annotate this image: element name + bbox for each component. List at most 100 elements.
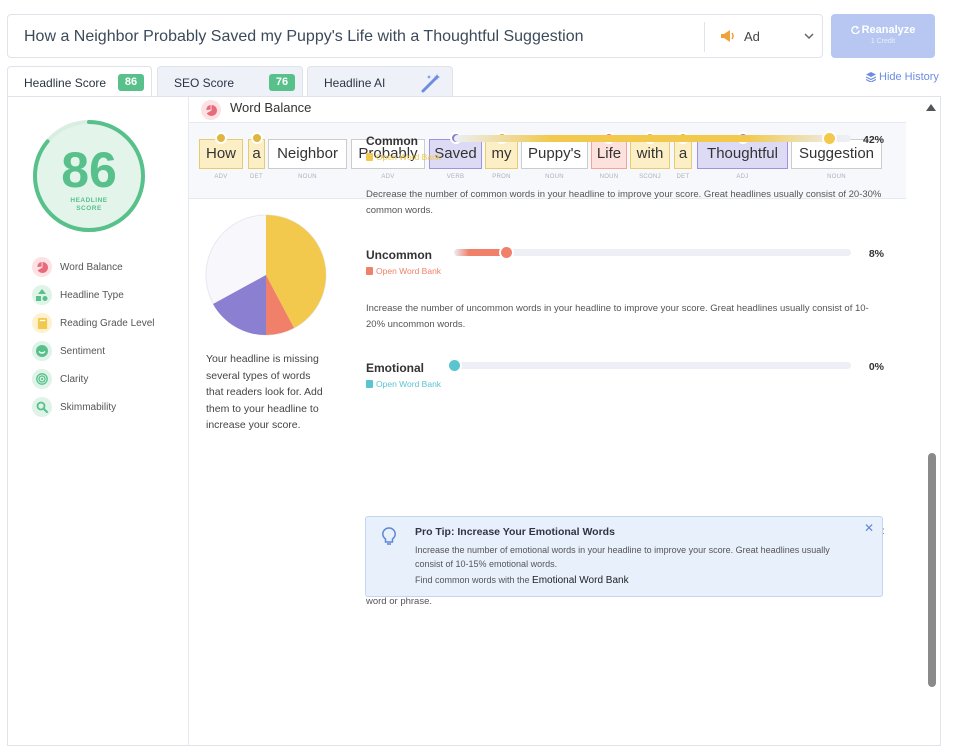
divider [704,22,705,52]
headline-type-select[interactable]: Ad [714,15,822,57]
magic-wand-icon [421,74,440,93]
target-icon [32,369,52,389]
scrollbar[interactable] [921,97,940,737]
sidebar-item-skimmability[interactable]: Skimmability [32,396,116,418]
metric-label: Emotional [366,361,425,375]
word-bank-label: Open Word Bank [376,266,442,276]
pie-icon [32,257,52,277]
word-bank-label: Open Word Bank [376,379,442,389]
metric-knob-icon [822,131,838,146]
headline-type-label: Ad [744,28,760,44]
metric-description: Increase the number of uncommon words in… [366,303,869,330]
word-pos-tag: PRON [492,174,511,180]
open-word-bank-link[interactable]: Open Word Bank [366,379,441,389]
reanalyze-button[interactable]: Reanalyze 1 Credit [831,14,935,58]
word-pos-tag: DET [250,174,263,180]
hide-history-link[interactable]: Hide History [866,71,939,83]
sidebar-item-headline-type[interactable]: Headline Type [32,284,124,306]
metric-knob-icon [499,245,514,260]
metric-knob-icon [447,358,462,373]
metric-track [454,362,851,369]
smile-icon [32,341,52,361]
word-chip[interactable]: Neighbor [268,139,347,169]
sidebar: 86 HEADLINE SCORE Word Balance Headline … [8,97,189,745]
tab-label: SEO Score [174,76,235,90]
pro-tip-title: Pro Tip: Increase Your Emotional Words [415,526,615,538]
section-header: Word Balance [189,97,906,123]
results-panel: 86 HEADLINE SCORE Word Balance Headline … [7,96,941,746]
sidebar-item-label: Headline Type [60,289,124,301]
metric-fill [454,135,844,142]
sidebar-item-sentiment[interactable]: Sentiment [32,340,105,362]
word-chip[interactable]: Puppy's [521,139,588,169]
scroll-thumb[interactable] [928,453,936,687]
scroll-up-arrow-icon[interactable] [926,104,936,111]
pro-tip-box: Pro Tip: Increase Your Emotional Words I… [365,516,883,597]
sidebar-item-label: Reading Grade Level [60,317,155,329]
tab-seo-score[interactable]: SEO Score 76 [157,66,303,97]
sidebar-item-word-balance[interactable]: Word Balance [32,256,123,278]
reanalyze-label: Reanalyze [831,24,935,36]
open-word-bank-link[interactable]: Open Word Bank [366,152,441,162]
word-pos-tag: NOUN [827,174,846,180]
book-icon [366,267,373,275]
sidebar-item-label: Clarity [60,373,89,385]
word-pos-tag: NOUN [298,174,317,180]
layers-icon [866,72,876,82]
book-icon [32,313,52,333]
sidebar-item-label: Word Balance [60,261,123,273]
headline-input[interactable]: How a Neighbor Probably Saved my Puppy's… [7,14,823,58]
sidebar-item-label: Sentiment [60,345,106,357]
section-title: Word Balance [230,100,312,115]
score-caption-line1: HEADLINE [70,197,108,204]
word-pos-tag: ADJ [736,174,749,180]
metric-track [454,135,851,142]
tab-label: Headline AI [324,76,386,90]
tab-label: Headline Score [24,76,107,90]
common-badge-icon [215,132,227,144]
reanalyze-credit: 1 Credit [870,38,896,45]
word-pos-tag: ADV [214,174,228,180]
seo-score-badge: 76 [269,74,295,91]
book-icon [366,153,373,161]
open-word-bank-link[interactable]: Open Word Bank [366,266,441,276]
word-pos-tag: DET [676,174,690,180]
emotional-word-bank-link[interactable]: Emotional Word Bank [532,575,629,586]
magnifier-icon [32,397,52,417]
metric-label: Common [366,134,418,148]
hide-history-label: Hide History [879,71,939,83]
word-balance-pie-chart [205,214,327,336]
sidebar-item-reading-grade[interactable]: Reading Grade Level [32,312,155,334]
megaphone-icon [721,30,734,42]
pro-tip-find: Find common words with the Emotional Wor… [415,575,629,586]
word-pos-tag: VERB [446,174,465,180]
metric-value: 0% [868,361,884,373]
refresh-icon [850,25,860,35]
word-bank-label: Open Word Bank [376,152,442,162]
word-pos-tag: NOUN [599,174,619,180]
headline-text[interactable]: How a Neighbor Probably Saved my Puppy's… [24,28,584,46]
word-pos-tag: ADV [381,174,395,180]
close-icon[interactable]: ✕ [864,521,874,535]
word-pos-tag: SCONJ [639,174,661,180]
sidebar-item-label: Skimmability [60,401,117,413]
reanalyze-text: Reanalyze [861,24,916,36]
headline-score-badge: 86 [118,74,144,91]
score-caption: HEADLINE SCORE [32,197,146,213]
tab-headline-score[interactable]: Headline Score 86 [7,66,152,98]
book-icon [366,380,373,388]
chevron-down-icon [804,33,814,40]
pro-tip-find-text: Find common words with the [415,575,533,585]
pie-icon [201,100,221,120]
tab-headline-ai[interactable]: Headline AI [307,66,453,97]
pie-message: Your headline is missing several types o… [206,353,323,431]
lightbulb-icon [382,527,396,545]
metric-description: Decrease the number of common words in y… [366,189,882,216]
word-pos-tag: NOUN [545,174,564,180]
metric-value: 42% [862,134,884,146]
headline-score-value: 86 [61,142,117,198]
pro-tip-body: Increase the number of emotional words i… [415,545,830,569]
metric-label: Uncommon [366,248,432,262]
sidebar-item-clarity[interactable]: Clarity [32,368,88,390]
shapes-icon [32,285,52,305]
